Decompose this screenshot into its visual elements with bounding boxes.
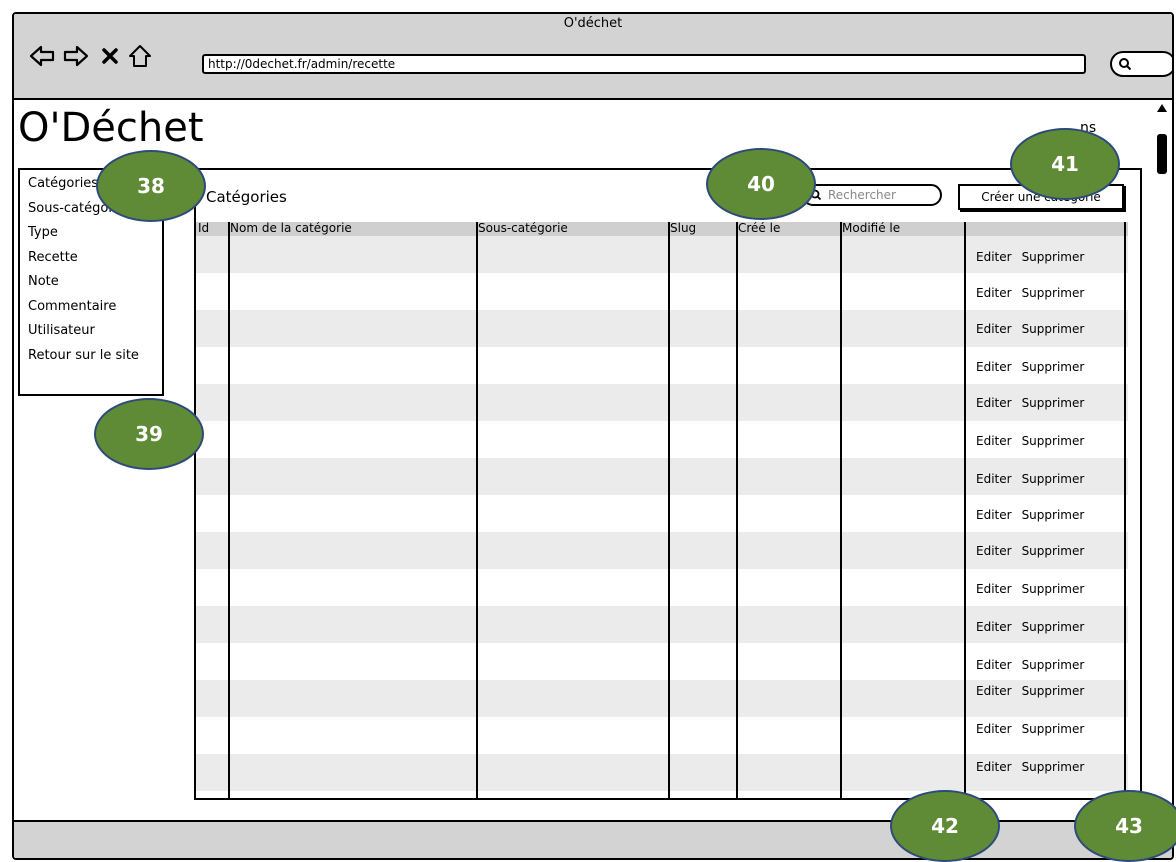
row-actions: Editer Supprimer <box>976 508 1084 522</box>
search-input[interactable]: Rechercher <box>802 184 942 206</box>
edit-link[interactable]: Editer <box>976 722 1012 736</box>
column-divider <box>964 222 966 800</box>
callout-40: 40 <box>706 148 816 220</box>
sidebar-item-user[interactable]: Utilisateur <box>28 319 162 344</box>
row-actions: Editer Supprimer <box>976 684 1084 698</box>
delete-link[interactable]: Supprimer <box>1022 396 1085 410</box>
callout-43: 43 <box>1074 790 1176 862</box>
edit-link[interactable]: Editer <box>976 286 1012 300</box>
edit-link[interactable]: Editer <box>976 360 1012 374</box>
delete-link[interactable]: Supprimer <box>1022 544 1085 558</box>
row-actions: Editer Supprimer <box>976 472 1084 486</box>
edit-link[interactable]: Editer <box>976 250 1012 264</box>
categories-panel: Catégories Rechercher Créer une catégori… <box>194 168 1142 800</box>
edit-link[interactable]: Editer <box>976 508 1012 522</box>
row-actions: Editer Supprimer <box>976 760 1084 774</box>
row-actions: Editer Supprimer <box>976 582 1084 596</box>
sidebar-item-note[interactable]: Note <box>28 270 162 295</box>
search-placeholder: Rechercher <box>828 188 896 202</box>
column-divider <box>736 222 738 800</box>
forward-arrow-icon[interactable] <box>62 42 90 70</box>
table-columns: Editer Supprimer Editer Supprimer Editer Supp… <box>196 222 1128 800</box>
delete-link[interactable]: Supprimer <box>1022 760 1085 774</box>
sidebar-item-type[interactable]: Type <box>28 221 162 246</box>
column-divider <box>476 222 478 800</box>
window-title: O'déchet <box>563 16 623 31</box>
column-divider <box>1124 222 1126 800</box>
magnifier-icon <box>1119 58 1132 71</box>
row-actions: Editer Supprimer <box>976 396 1084 410</box>
edit-link[interactable]: Editer <box>976 544 1012 558</box>
column-divider <box>228 222 230 800</box>
scroll-thumb[interactable] <box>1157 134 1167 174</box>
edit-link[interactable]: Editer <box>976 434 1012 448</box>
row-actions: Editer Supprimer <box>976 544 1084 558</box>
row-actions: Editer Supprimer <box>976 620 1084 634</box>
delete-link[interactable]: Supprimer <box>1022 722 1085 736</box>
delete-link[interactable]: Supprimer <box>1022 472 1085 486</box>
edit-link[interactable]: Editer <box>976 396 1012 410</box>
delete-link[interactable]: Supprimer <box>1022 250 1085 264</box>
delete-link[interactable]: Supprimer <box>1022 508 1085 522</box>
sidebar-item-recipe[interactable]: Recette <box>28 246 162 271</box>
sidebar-item-comment[interactable]: Commentaire <box>28 295 162 320</box>
callout-39: 39 <box>94 398 204 470</box>
delete-link[interactable]: Supprimer <box>1022 286 1085 300</box>
categories-table: Id Nom de la catégorie Sous-catégorie Slug C… <box>196 222 1128 800</box>
site-logo[interactable]: O'Déchet <box>18 104 204 152</box>
delete-link[interactable]: Supprimer <box>1022 582 1085 596</box>
home-icon[interactable] <box>126 42 154 70</box>
edit-link[interactable]: Editer <box>976 760 1012 774</box>
edit-link[interactable]: Editer <box>976 620 1012 634</box>
callout-38: 38 <box>96 150 206 222</box>
edit-link[interactable]: Editer <box>976 472 1012 486</box>
row-actions: Editer Supprimer <box>976 434 1084 448</box>
delete-link[interactable]: Supprimer <box>1022 322 1085 336</box>
delete-link[interactable]: Supprimer <box>1022 620 1085 634</box>
browser-titlebar: O'déchet http://0dechet.fr/admin/recette <box>14 14 1172 100</box>
url-bar[interactable]: http://0dechet.fr/admin/recette <box>202 54 1086 74</box>
column-divider <box>668 222 670 800</box>
sidebar-item-back-to-site[interactable]: Retour sur le site <box>28 344 162 369</box>
back-arrow-icon[interactable] <box>28 42 56 70</box>
row-actions: Editer Supprimer <box>976 286 1084 300</box>
delete-link[interactable]: Supprimer <box>1022 434 1085 448</box>
callout-41: 41 <box>1010 128 1120 200</box>
column-divider <box>840 222 842 800</box>
scroll-up-arrow-icon[interactable] <box>1157 104 1167 112</box>
row-actions: Editer Supprimer <box>976 322 1084 336</box>
browser-search-field[interactable] <box>1110 51 1172 77</box>
callout-42: 42 <box>890 790 1000 862</box>
row-actions: Editer Supprimer <box>976 360 1084 374</box>
row-actions: Editer Supprimer <box>976 658 1084 672</box>
row-actions: Editer Supprimer <box>976 722 1084 736</box>
panel-title: Catégories <box>206 188 287 206</box>
delete-link[interactable]: Supprimer <box>1022 658 1085 672</box>
edit-link[interactable]: Editer <box>976 322 1012 336</box>
delete-link[interactable]: Supprimer <box>1022 360 1085 374</box>
edit-link[interactable]: Editer <box>976 582 1012 596</box>
vertical-scrollbar[interactable] <box>1152 100 1172 824</box>
row-actions: Editer Supprimer <box>976 250 1084 264</box>
edit-link[interactable]: Editer <box>976 684 1012 698</box>
stop-icon[interactable] <box>96 42 124 70</box>
delete-link[interactable]: Supprimer <box>1022 684 1085 698</box>
edit-link[interactable]: Editer <box>976 658 1012 672</box>
